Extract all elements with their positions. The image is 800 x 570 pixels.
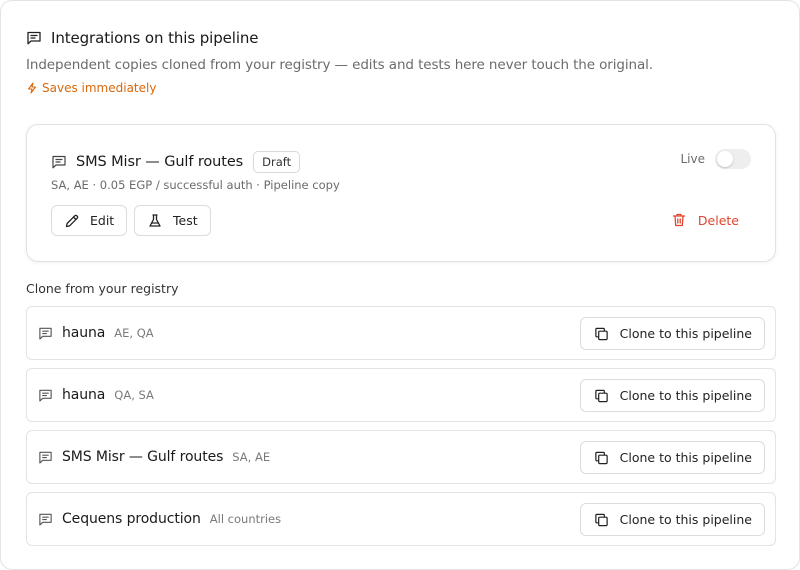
integration-meta: SA, AE · 0.05 EGP / successful auth · Pi…: [51, 178, 340, 192]
delete-label: Delete: [697, 212, 739, 228]
clone-label: Clone to this pipeline: [619, 388, 752, 403]
saves-indicator: Saves immediately: [26, 81, 774, 95]
message-square-icon: [38, 450, 53, 465]
live-toggle[interactable]: [715, 149, 751, 169]
registry-item-countries: SA, AE: [232, 450, 271, 464]
edit-label: Edit: [90, 213, 115, 228]
card-title-row: SMS Misr — Gulf routes Draft: [51, 151, 301, 173]
pencil-icon: [64, 213, 80, 229]
clone-button[interactable]: Clone to this pipeline: [579, 503, 765, 536]
trash-icon: [671, 212, 687, 228]
message-square-icon: [38, 512, 53, 527]
saves-label: Saves immediately: [42, 81, 157, 95]
flask-icon: [147, 213, 163, 229]
registry-section-label: Clone from your registry: [26, 281, 179, 296]
integrations-panel: Integrations on this pipeline Independen…: [0, 0, 800, 570]
test-label: Test: [173, 213, 198, 228]
copy-icon: [594, 326, 609, 341]
lightning-bolt-icon: [26, 82, 38, 94]
toggle-knob: [717, 151, 733, 167]
live-control: Live: [680, 149, 751, 169]
title-row: Integrations on this pipeline: [26, 29, 774, 47]
clone-label: Clone to this pipeline: [619, 450, 752, 465]
clone-button[interactable]: Clone to this pipeline: [579, 379, 765, 412]
page-subtitle: Independent copies cloned from your regi…: [26, 57, 654, 73]
registry-item: hauna QA, SA Clone to this pipeline: [26, 368, 776, 422]
copy-icon: [594, 450, 609, 465]
copy-icon: [594, 388, 609, 403]
registry-item-countries: All countries: [209, 512, 282, 526]
registry-item-name: hauna: [62, 387, 106, 403]
message-square-icon: [38, 326, 53, 341]
clone-button[interactable]: Clone to this pipeline: [579, 317, 765, 350]
registry-item-name: SMS Misr — Gulf routes: [62, 449, 224, 465]
pipeline-integration-card: SMS Misr — Gulf routes Draft SA, AE · 0.…: [26, 124, 776, 262]
integration-name: SMS Misr — Gulf routes: [76, 154, 244, 170]
registry-list: hauna AE, QA Clone to this pipeline haun…: [26, 306, 776, 554]
message-square-icon: [26, 30, 42, 46]
registry-item-name: Cequens production: [62, 511, 201, 527]
page-title: Integrations on this pipeline: [51, 29, 259, 47]
registry-item-name: hauna: [62, 325, 106, 341]
registry-item-countries: AE, QA: [114, 326, 154, 340]
panel-header: Integrations on this pipeline Independen…: [26, 29, 774, 95]
registry-item-countries: QA, SA: [114, 388, 154, 402]
registry-item: hauna AE, QA Clone to this pipeline: [26, 306, 776, 360]
message-square-icon: [51, 154, 67, 170]
live-label: Live: [680, 152, 705, 166]
registry-item: SMS Misr — Gulf routes SA, AE Clone to t…: [26, 430, 776, 484]
status-badge: Draft: [253, 151, 301, 173]
registry-item: Cequens production All countries Clone t…: [26, 492, 776, 546]
copy-icon: [594, 512, 609, 527]
clone-button[interactable]: Clone to this pipeline: [579, 441, 765, 474]
delete-button[interactable]: Delete: [671, 212, 739, 228]
edit-button[interactable]: Edit: [51, 205, 128, 236]
clone-label: Clone to this pipeline: [619, 512, 752, 527]
clone-label: Clone to this pipeline: [619, 326, 752, 341]
message-square-icon: [38, 388, 53, 403]
test-button[interactable]: Test: [134, 205, 211, 236]
